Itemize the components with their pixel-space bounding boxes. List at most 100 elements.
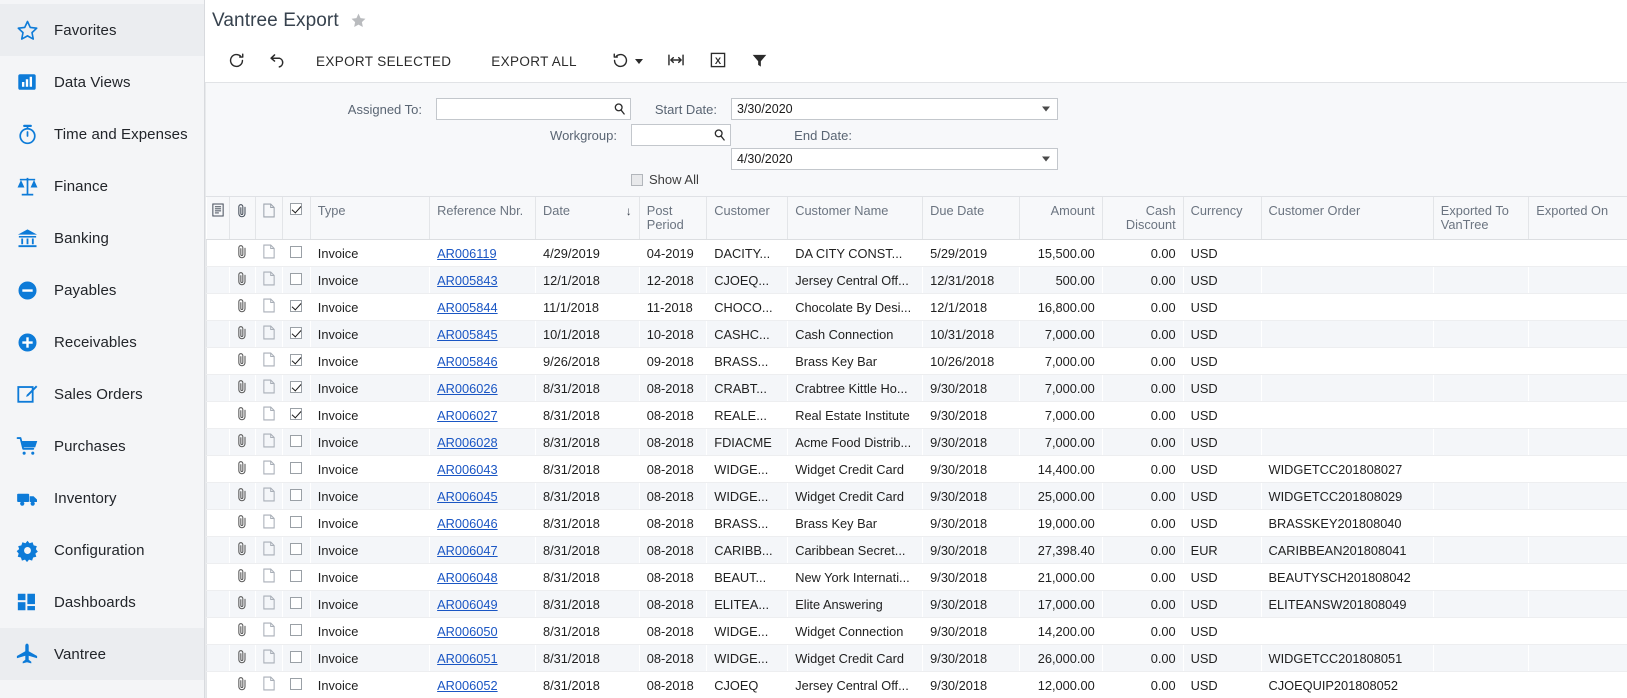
paperclip-icon[interactable]: [236, 299, 248, 316]
undo-button[interactable]: [260, 47, 296, 77]
start-date-input[interactable]: [732, 99, 1057, 119]
document-icon[interactable]: [263, 622, 275, 640]
sidebar-item-vantree[interactable]: Vantree: [0, 628, 204, 680]
checkbox-icon[interactable]: [290, 353, 303, 366]
paperclip-icon[interactable]: [236, 569, 248, 586]
show-all-checkbox[interactable]: Show All: [631, 170, 731, 187]
checkbox-icon[interactable]: [290, 299, 303, 312]
sidebar-item-time-and-expenses[interactable]: Time and Expenses: [0, 108, 204, 160]
fit-columns-button[interactable]: [658, 47, 694, 77]
paperclip-icon[interactable]: [236, 326, 248, 343]
row-select-checkbox[interactable]: [282, 617, 311, 645]
row-document-icon[interactable]: [255, 401, 283, 429]
cell-reference-nbr[interactable]: AR006119: [429, 239, 536, 267]
row-attachment-icon[interactable]: [229, 509, 256, 537]
row-select-checkbox[interactable]: [282, 320, 311, 348]
document-icon[interactable]: [263, 379, 275, 397]
column-header-files[interactable]: [229, 197, 256, 240]
row-notes-cell[interactable]: [206, 347, 230, 375]
document-icon[interactable]: [263, 325, 275, 343]
row-document-icon[interactable]: [255, 671, 283, 698]
document-icon[interactable]: [263, 676, 275, 694]
table-row[interactable]: Invoice AR006047 8/31/2018 08-2018 CARIBB...…: [206, 536, 1627, 564]
paperclip-icon[interactable]: [236, 407, 248, 424]
paperclip-icon[interactable]: [236, 380, 248, 397]
paperclip-icon[interactable]: [236, 515, 248, 532]
cell-reference-nbr[interactable]: AR006047: [429, 536, 536, 564]
document-icon[interactable]: [263, 649, 275, 667]
row-notes-cell[interactable]: [206, 374, 230, 402]
document-icon[interactable]: [263, 514, 275, 532]
checkbox-icon[interactable]: [290, 461, 303, 474]
row-attachment-icon[interactable]: [229, 239, 256, 267]
row-select-checkbox[interactable]: [282, 509, 311, 537]
reference-link[interactable]: AR006050: [437, 624, 497, 639]
workgroup-field[interactable]: [631, 124, 731, 146]
document-icon[interactable]: [263, 271, 275, 289]
row-document-icon[interactable]: [255, 509, 283, 537]
cell-reference-nbr[interactable]: AR006051: [429, 644, 536, 672]
column-header-document[interactable]: [255, 197, 283, 240]
assigned-to-field[interactable]: [436, 98, 631, 120]
row-attachment-icon[interactable]: [229, 644, 256, 672]
reload-dropdown-button[interactable]: [603, 47, 652, 77]
checkbox-icon[interactable]: [290, 650, 303, 663]
row-select-checkbox[interactable]: [282, 590, 311, 618]
row-attachment-icon[interactable]: [229, 428, 256, 456]
sidebar-item-purchases[interactable]: Purchases: [0, 420, 204, 472]
row-attachment-icon[interactable]: [229, 401, 256, 429]
row-document-icon[interactable]: [255, 266, 283, 294]
row-select-checkbox[interactable]: [282, 266, 311, 294]
chevron-down-icon[interactable]: [1042, 156, 1050, 162]
table-row[interactable]: Invoice AR006046 8/31/2018 08-2018 BRASS... B…: [206, 509, 1627, 537]
paperclip-icon[interactable]: [236, 434, 248, 451]
column-header-post-period[interactable]: Post Period: [639, 197, 708, 240]
row-document-icon[interactable]: [255, 293, 283, 321]
column-header-customer-order[interactable]: Customer Order: [1261, 197, 1434, 240]
sidebar-item-payables[interactable]: Payables: [0, 264, 204, 316]
column-header-exported-to-vantree[interactable]: Exported To VanTree: [1433, 197, 1530, 240]
row-document-icon[interactable]: [255, 644, 283, 672]
cell-reference-nbr[interactable]: AR005846: [429, 347, 536, 375]
paperclip-icon[interactable]: [236, 272, 248, 289]
table-row[interactable]: Invoice AR005844 11/1/2018 11-2018 CHOCO... C…: [206, 293, 1627, 321]
row-attachment-icon[interactable]: [229, 590, 256, 618]
paperclip-icon[interactable]: [236, 650, 248, 667]
checkbox-icon[interactable]: [290, 542, 303, 555]
sidebar-item-finance[interactable]: Finance: [0, 160, 204, 212]
reference-link[interactable]: AR005844: [437, 300, 497, 315]
row-notes-cell[interactable]: [206, 482, 230, 510]
document-icon[interactable]: [263, 244, 275, 262]
row-select-checkbox[interactable]: [282, 563, 311, 591]
table-row[interactable]: Invoice AR006049 8/31/2018 08-2018 ELITEA...…: [206, 590, 1627, 618]
sidebar-item-sales-orders[interactable]: Sales Orders: [0, 368, 204, 420]
sidebar-item-banking[interactable]: Banking: [0, 212, 204, 264]
column-header-exported-on[interactable]: Exported On: [1528, 197, 1627, 240]
row-attachment-icon[interactable]: [229, 293, 256, 321]
cell-reference-nbr[interactable]: AR005843: [429, 266, 536, 294]
reference-link[interactable]: AR006052: [437, 678, 497, 693]
row-notes-cell[interactable]: [206, 266, 230, 294]
cell-reference-nbr[interactable]: AR006052: [429, 671, 536, 698]
row-document-icon[interactable]: [255, 536, 283, 564]
row-notes-cell[interactable]: [206, 563, 230, 591]
cell-reference-nbr[interactable]: AR006028: [429, 428, 536, 456]
paperclip-icon[interactable]: [236, 623, 248, 640]
sidebar-item-data-views[interactable]: Data Views: [0, 56, 204, 108]
cell-reference-nbr[interactable]: AR006026: [429, 374, 536, 402]
checkbox-icon[interactable]: [290, 326, 303, 339]
row-attachment-icon[interactable]: [229, 617, 256, 645]
reference-link[interactable]: AR006046: [437, 516, 497, 531]
document-icon[interactable]: [263, 433, 275, 451]
paperclip-icon[interactable]: [236, 488, 248, 505]
reference-link[interactable]: AR006027: [437, 408, 497, 423]
row-select-checkbox[interactable]: [282, 401, 311, 429]
column-header-reference-nbr[interactable]: Reference Nbr.: [429, 197, 536, 240]
row-notes-cell[interactable]: [206, 644, 230, 672]
checkbox-icon[interactable]: [290, 380, 303, 393]
reference-link[interactable]: AR006043: [437, 462, 497, 477]
table-row[interactable]: Invoice AR006028 8/31/2018 08-2018 FDIACME Ac…: [206, 428, 1627, 456]
row-notes-cell[interactable]: [206, 428, 230, 456]
row-select-checkbox[interactable]: [282, 671, 311, 698]
reference-link[interactable]: AR006028: [437, 435, 497, 450]
